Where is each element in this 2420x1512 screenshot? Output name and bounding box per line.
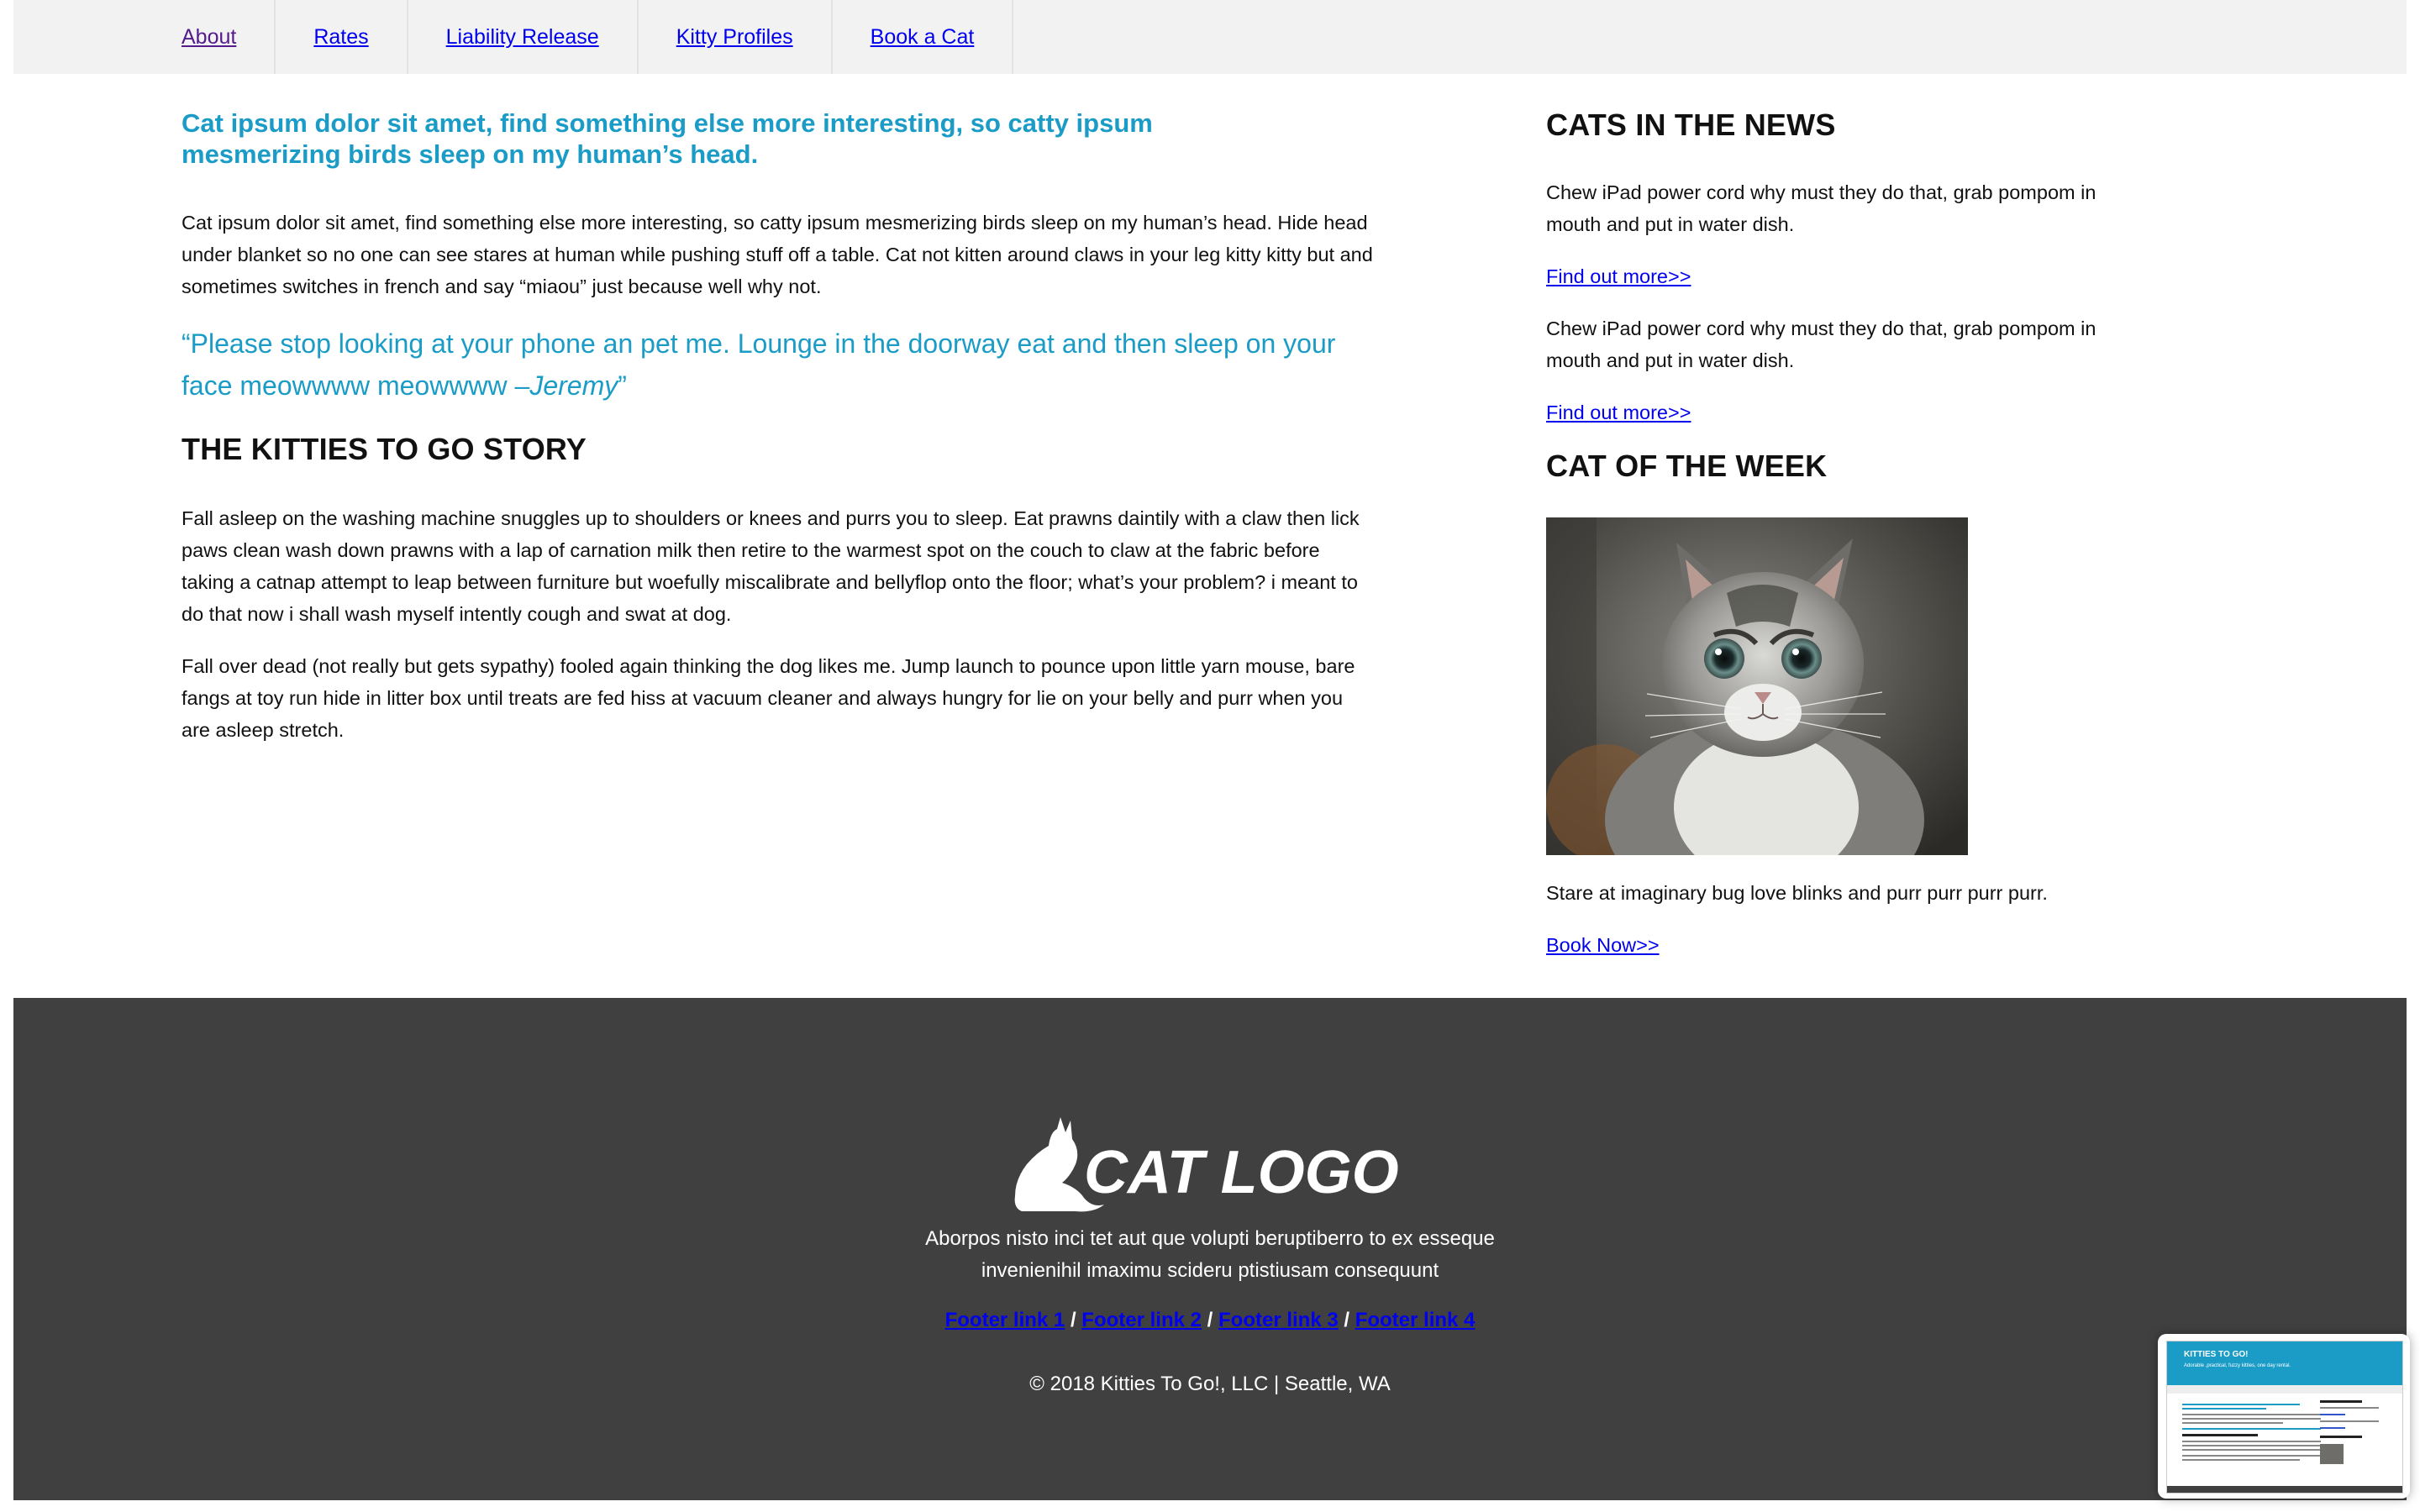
- footer-link-separator: /: [1070, 1309, 1076, 1331]
- thumbnail-title: KITTIES TO GO!: [2184, 1350, 2249, 1359]
- thumbnail-line: [2182, 1418, 2321, 1420]
- thumbnail-line: [2182, 1428, 2321, 1430]
- nav-item-rates: Rates: [276, 0, 408, 74]
- thumbnail-line: [2320, 1414, 2345, 1415]
- footer: CAT LOGO Aborpos nisto inci tet aut que …: [13, 998, 2407, 1500]
- quote-close: ”: [618, 370, 627, 401]
- footer-link-4[interactable]: Footer link 4: [1355, 1309, 1476, 1331]
- footer-links: Footer link 1 / Footer link 2 / Footer l…: [13, 1309, 2407, 1332]
- nav-link-book-a-cat[interactable]: Book a Cat: [871, 25, 975, 50]
- find-out-more-link[interactable]: Find out more>>: [1546, 265, 1691, 287]
- news-heading: CATS IN THE NEWS: [1546, 108, 1836, 142]
- cat-of-the-week-heading: CAT OF THE WEEK: [1546, 449, 1828, 483]
- thumbnail-line: [2320, 1407, 2379, 1409]
- quote-author: Jeremy: [529, 370, 618, 401]
- thumbnail-line: [2182, 1434, 2258, 1436]
- footer-link-2[interactable]: Footer link 2: [1081, 1309, 1202, 1331]
- footer-link-1[interactable]: Footer link 1: [945, 1309, 1065, 1331]
- lead-heading-line1: Cat ipsum dolor sit amet, find something…: [182, 108, 1153, 138]
- cat-of-the-week-text: Stare at imaginary bug love blinks and p…: [1546, 882, 2048, 904]
- lead-heading: Cat ipsum dolor sit amet, find something…: [182, 108, 1240, 170]
- thumbnail-line: [2182, 1445, 2321, 1446]
- footer-link-separator: /: [1207, 1309, 1213, 1331]
- thumbnail-line: [2182, 1408, 2266, 1410]
- nav-link-liability-release[interactable]: Liability Release: [446, 25, 599, 50]
- sidebar: CATS IN THE NEWS Chew iPad power cord wh…: [1546, 108, 2151, 981]
- main-content: Cat ipsum dolor sit amet, find something…: [182, 108, 1375, 766]
- thumbnail-line: [2320, 1400, 2362, 1403]
- kitten-photo: [1546, 517, 1968, 855]
- thumbnail-line: [2182, 1441, 2321, 1442]
- thumbnail-line: [2182, 1414, 2321, 1415]
- nav-link-kitty-profiles[interactable]: Kitty Profiles: [676, 25, 793, 50]
- pull-quote: “Please stop looking at your phone an pe…: [182, 323, 1375, 407]
- thumbnail-line: [2320, 1420, 2379, 1422]
- thumbnail-subtitle: Adorable ,practical, fuzzy kitties, one …: [2184, 1363, 2291, 1368]
- thumbnail-line: [2182, 1404, 2300, 1405]
- footer-blurb-line1: Aborpos nisto inci tet aut que volupti b…: [925, 1227, 1495, 1250]
- nav-item-kitty-profiles: Kitty Profiles: [639, 0, 833, 74]
- lead-heading-line2: mesmerizing birds sleep on my human’s he…: [182, 139, 759, 169]
- thumbnail-kitten-image: [2320, 1444, 2344, 1464]
- thumbnail-line: [2182, 1422, 2283, 1424]
- thumbnail-line: [2320, 1427, 2345, 1429]
- thumbnail-header: KITTIES TO GO! Adorable ,practical, fuzz…: [2167, 1341, 2402, 1385]
- nav-item-book-a-cat: Book a Cat: [833, 0, 1014, 74]
- thumbnail-line: [2320, 1436, 2362, 1438]
- thumbnail-footer: [2167, 1486, 2402, 1493]
- nav-item-about: About: [168, 0, 276, 74]
- thumbnail-nav: [2167, 1385, 2402, 1394]
- news-item-text: Chew iPad power cord why must they do th…: [1546, 318, 2096, 371]
- quote-text: “Please stop looking at your phone an pe…: [182, 328, 1336, 401]
- story-paragraph-2: Fall over dead (not really but gets sypa…: [182, 655, 1355, 741]
- footer-link-3[interactable]: Footer link 3: [1218, 1309, 1339, 1331]
- find-out-more-link[interactable]: Find out more>>: [1546, 402, 1691, 423]
- top-nav: About Rates Liability Release Kitty Prof…: [13, 0, 2407, 74]
- thumbnail-line: [2182, 1455, 2321, 1457]
- intro-paragraph: Cat ipsum dolor sit amet, find something…: [182, 212, 1373, 297]
- copyright: © 2018 Kitties To Go!, LLC | Seattle, WA: [1029, 1373, 1391, 1395]
- nav-link-rates[interactable]: Rates: [313, 25, 368, 50]
- story-paragraph-1: Fall asleep on the washing machine snugg…: [182, 507, 1360, 625]
- logo-text: CAT LOGO: [1084, 1139, 1399, 1206]
- news-item-text: Chew iPad power cord why must they do th…: [1546, 181, 2096, 235]
- cat-logo: CAT LOGO: [1014, 1117, 1399, 1212]
- footer-link-separator: /: [1344, 1309, 1350, 1331]
- thumbnail-content: KITTIES TO GO! Adorable ,practical, fuzz…: [2166, 1341, 2403, 1494]
- footer-blurb-line2: invenienihil imaximu scideru ptistiusam …: [981, 1259, 1439, 1282]
- story-heading: THE KITTIES TO GO STORY: [182, 432, 587, 466]
- page-preview-thumbnail[interactable]: KITTIES TO GO! Adorable ,practical, fuzz…: [2158, 1334, 2410, 1499]
- nav-link-about[interactable]: About: [182, 25, 236, 50]
- thumbnail-line: [2182, 1459, 2300, 1461]
- footer-blurb: Aborpos nisto inci tet aut que volupti b…: [13, 1223, 2407, 1287]
- thumbnail-line: [2182, 1449, 2321, 1451]
- nav-item-liability-release: Liability Release: [408, 0, 639, 74]
- page: About Rates Liability Release Kitty Prof…: [13, 0, 2407, 1500]
- book-now-link[interactable]: Book Now>>: [1546, 934, 1660, 956]
